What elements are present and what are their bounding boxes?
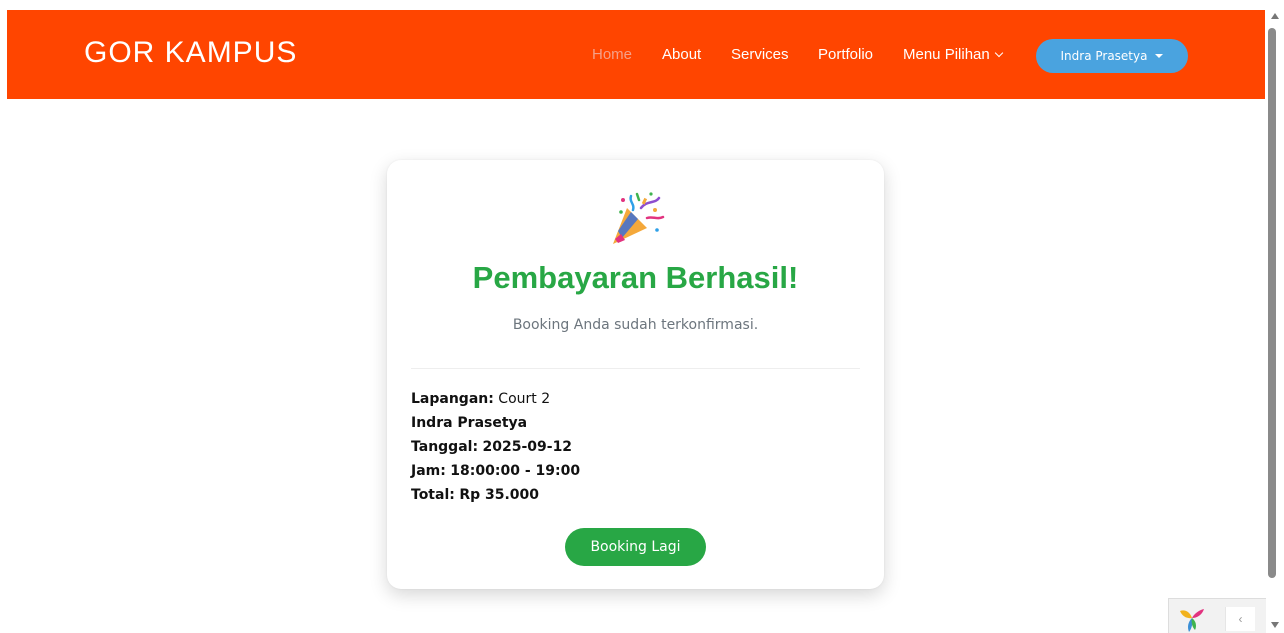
chevron-left-icon[interactable]: ‹	[1225, 607, 1255, 631]
court-value: Court 2	[498, 391, 551, 407]
booking-again-button[interactable]: Booking Lagi	[565, 528, 706, 566]
yii-logo-icon[interactable]	[1177, 604, 1207, 633]
user-menu-button[interactable]: Indra Prasetya	[1036, 39, 1188, 73]
total-label: Total:	[411, 487, 455, 503]
nav-link-services[interactable]: Services	[731, 46, 789, 63]
user-name-label: Indra Prasetya	[1060, 49, 1148, 63]
date-value: 2025-09-12	[482, 439, 573, 455]
navbar: GOR KAMPUS Home About Services Portfolio…	[7, 10, 1265, 99]
detail-time: Jam: 18:00:00 - 19:00	[411, 461, 580, 485]
nav-link-about[interactable]: About	[662, 46, 701, 63]
nav-link-portfolio[interactable]: Portfolio	[818, 46, 873, 63]
payment-success-card: Pembayaran Berhasil! Booking Anda sudah …	[387, 160, 884, 589]
detail-name: Indra Prasetya	[411, 413, 580, 437]
nav-dropdown-menu-pilihan[interactable]: Menu Pilihan	[903, 46, 1003, 63]
window-top-edge	[0, 0, 1284, 10]
total-value: Rp 35.000	[459, 487, 540, 503]
brand-logo-text[interactable]: GOR KAMPUS	[84, 36, 297, 70]
caret-down-icon	[1155, 54, 1164, 58]
card-divider	[411, 368, 860, 369]
party-popper-icon	[613, 192, 665, 244]
success-title: Pembayaran Berhasil!	[472, 260, 799, 295]
chevron-down-icon	[994, 48, 1003, 57]
debug-toolbar: ‹	[1168, 598, 1266, 633]
detail-total: Total: Rp 35.000	[411, 485, 580, 509]
court-label: Lapangan:	[411, 391, 494, 407]
nav-dropdown-label: Menu Pilihan	[903, 46, 990, 63]
detail-court: Lapangan: Court 2	[411, 389, 580, 413]
customer-name: Indra Prasetya	[411, 415, 528, 431]
scroll-down-arrow-icon[interactable]	[1271, 622, 1279, 628]
nav-link-home[interactable]: Home	[592, 46, 632, 63]
booking-details: Lapangan: Court 2 Indra Prasetya Tanggal…	[411, 389, 580, 509]
time-label: Jam:	[411, 463, 446, 479]
success-subtitle: Booking Anda sudah terkonfirmasi.	[512, 317, 759, 333]
date-label: Tanggal:	[411, 439, 479, 455]
scrollbar-thumb[interactable]	[1268, 28, 1276, 578]
scroll-up-arrow-icon[interactable]	[1271, 13, 1279, 19]
time-value: 18:00:00 - 19:00	[450, 463, 581, 479]
detail-date: Tanggal: 2025-09-12	[411, 437, 580, 461]
